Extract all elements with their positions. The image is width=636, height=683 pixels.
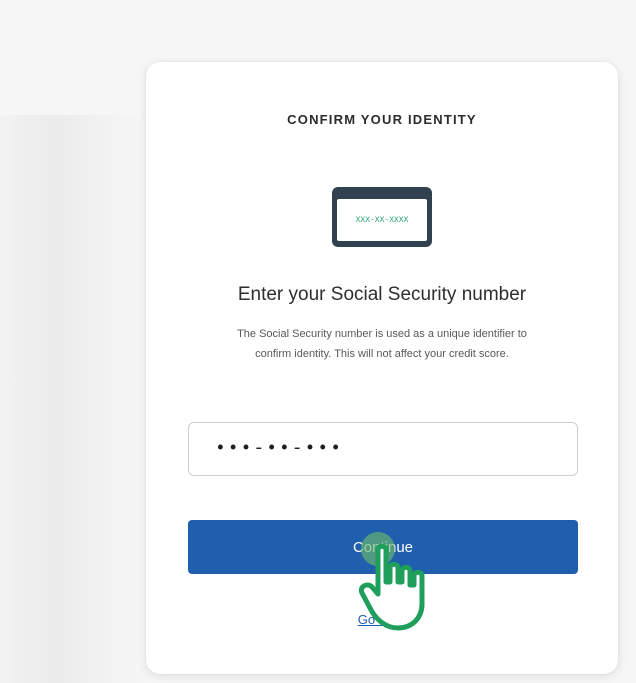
section-eyebrow: CONFIRM YOUR IDENTITY [287, 112, 477, 127]
continue-button[interactable]: Continue [188, 520, 578, 574]
go-back-link[interactable]: Go back [146, 612, 618, 627]
ssn-card-icon-face: XXX-XX-XXXX [337, 199, 427, 241]
ssn-input[interactable]: •••-••-••• [188, 422, 578, 476]
description-text: The Social Security number is used as a … [237, 328, 527, 360]
ssn-card-icon: XXX-XX-XXXX [332, 187, 432, 247]
page-title: Enter your Social Security number [237, 284, 527, 305]
background-panel [0, 115, 150, 683]
confirm-identity-card: CONFIRM YOUR IDENTITY XXX-XX-XXXX Enter … [146, 62, 618, 674]
ssn-mask-text: XXX-XX-XXXX [355, 215, 409, 225]
